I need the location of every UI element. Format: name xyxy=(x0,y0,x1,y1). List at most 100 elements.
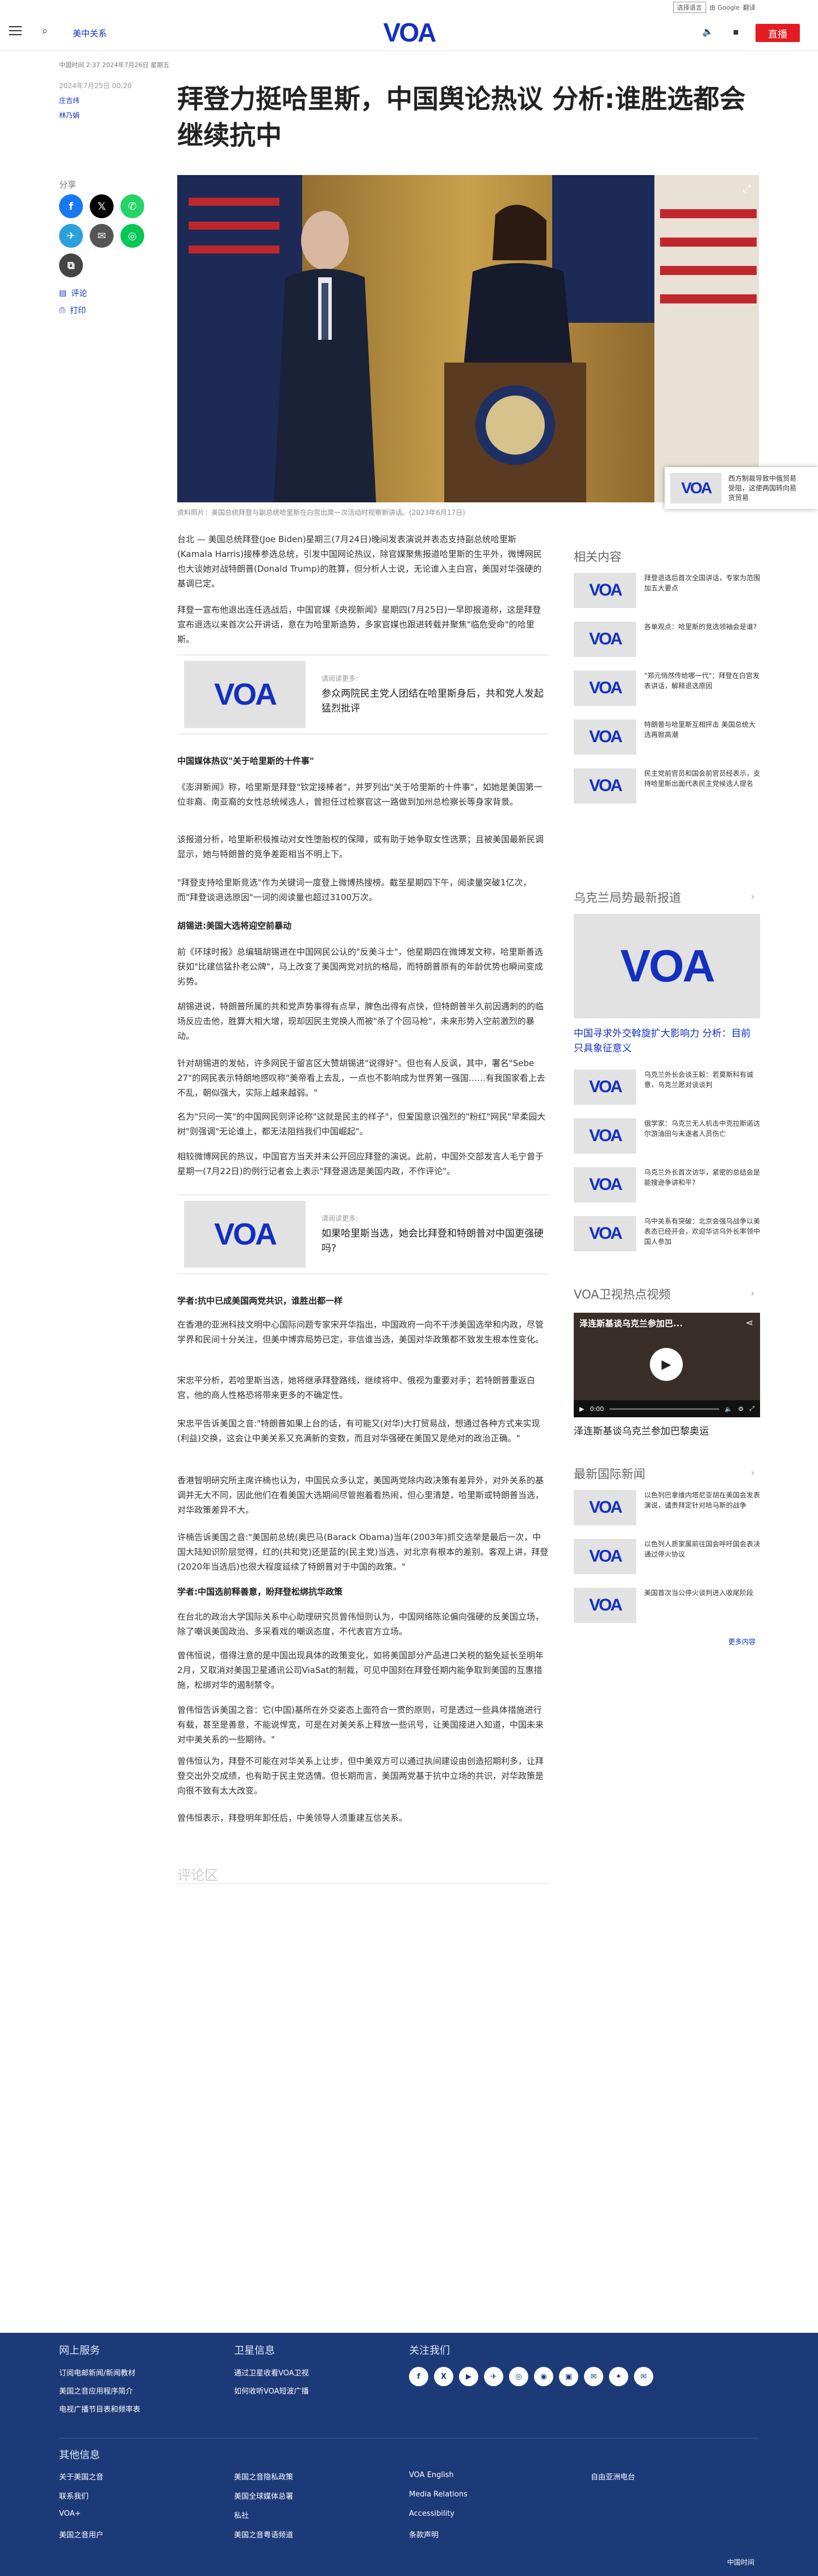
sidebar-related-item[interactable]: VOA 特朗普与哈里斯互相抨击 美国总统大选再掀高潮 xyxy=(574,719,760,755)
section-link[interactable]: 美中关系 xyxy=(73,27,107,39)
settings-icon[interactable]: ⚙ xyxy=(738,1405,744,1413)
menu-icon[interactable] xyxy=(9,26,22,36)
footer-link[interactable]: 电视广播节目表和频率表 xyxy=(59,2403,140,2414)
share-icon[interactable]: ⋖ xyxy=(746,1317,753,1328)
sidebar-item-title[interactable]: 民主党前官员和国会前官员经表示，支持哈里斯出面代表民主党候选人提名 xyxy=(644,768,760,804)
whatsapp-share-icon[interactable]: ✆ xyxy=(120,194,144,218)
footer-link[interactable]: 条款声明 xyxy=(409,2529,439,2540)
footer-link[interactable]: 订阅电邮新闻/新闻教材 xyxy=(59,2367,135,2378)
floating-related-card[interactable]: VOA 西方制裁导致中俄贸易受阻，这使两国转向易货贸易 xyxy=(665,467,818,509)
line-share-icon[interactable]: ◎ xyxy=(120,224,144,248)
footer-link[interactable]: VOA English xyxy=(409,2471,454,2479)
instagram-icon[interactable]: ◎ xyxy=(509,2367,528,2386)
email-share-icon[interactable]: ✉ xyxy=(90,224,114,248)
youtube-icon[interactable]: ▶ xyxy=(459,2367,478,2386)
video-player[interactable]: 泽连斯基谈乌克兰参加巴... ⋖ ▶ ▶ 0:00 🔈 ⚙ ⤢ xyxy=(574,1313,760,1417)
video-caption[interactable]: 泽连斯基谈乌克兰参加巴黎奥运 xyxy=(574,1423,709,1437)
ukraine-heading[interactable]: 乌克兰局势最新报道 xyxy=(574,889,681,906)
video-heading[interactable]: VOA卫视热点视频 xyxy=(574,1285,671,1302)
related-article-box[interactable]: VOA 请阅读更多: 参众两院民主党人团结在哈里斯身后，共和党人发起猛烈批评 xyxy=(177,655,549,734)
telegram-share-icon[interactable]: ✈ xyxy=(59,224,83,248)
author-link[interactable]: 林乃娟 xyxy=(59,110,80,120)
chevron-right-icon[interactable]: › xyxy=(751,1467,754,1478)
sidebar-ukraine-item[interactable]: VOA 乌克兰外长首次访华，紧密的总结会是能搜逊争讲和平? xyxy=(574,1167,760,1202)
sidebar-item-title[interactable]: 乌克兰外长会谈王毅：若莫斯科有诚意，乌克兰愿对谈谈判 xyxy=(644,1069,760,1105)
sidebar-news-item[interactable]: VOA 以色列人质家属前往国会呼吁国会表决通过停火协议 xyxy=(574,1539,760,1574)
copy-link-icon[interactable]: ⧉ xyxy=(59,253,83,277)
app-icon[interactable]: ✦ xyxy=(609,2367,628,2386)
sidebar-item-title[interactable]: 乌克兰外长首次访华，紧密的总结会是能搜逊争讲和平? xyxy=(644,1167,760,1202)
live-button[interactable]: 直播 xyxy=(756,24,800,42)
footer-link[interactable]: 如何收听VOA短波广播 xyxy=(234,2385,309,2396)
related-article-title[interactable]: 参众两院民主党人团结在哈里斯身后，共和党人发起猛烈批评 xyxy=(322,686,549,716)
translate-link[interactable]: 翻译 xyxy=(743,3,756,12)
print-link[interactable]: ⎙ 打印 xyxy=(59,305,86,316)
search-icon[interactable]: ⌕ xyxy=(42,25,48,37)
footer-link[interactable]: 美国全球媒体总署 xyxy=(234,2490,293,2501)
subheading: 学者:中国选前释善意，盼拜登松绑抗华政策 xyxy=(177,1587,343,1597)
footer-link[interactable]: 美国之音应用程序简介 xyxy=(59,2385,133,2396)
ukraine-feature-title[interactable]: 中国寻求外交斡旋扩大影响力 分析：目前只具象征意义 xyxy=(574,1026,760,1056)
footer-link[interactable]: Media Relations xyxy=(409,2490,468,2499)
sidebar-ukraine-item[interactable]: VOA 乌克兰外长会谈王毅：若莫斯科有诚意，乌克兰愿对谈谈判 xyxy=(574,1069,760,1105)
chevron-right-icon[interactable]: › xyxy=(751,1288,754,1299)
sidebar-item-title[interactable]: 特朗普与哈里斯互相抨击 美国总统大选再掀高潮 xyxy=(644,719,760,755)
footer-link[interactable]: VOA+ xyxy=(59,2510,81,2518)
voa-logo[interactable]: VOA xyxy=(381,19,437,45)
x-share-icon[interactable]: 𝕏 xyxy=(90,194,114,218)
sidebar-ukraine-item[interactable]: VOA 乌中关系有突破：北京会强乌战争以美表态已经开会，欢迎华访乌外长率领中国人参… xyxy=(574,1216,760,1251)
sidebar-news-item[interactable]: VOA 美国首次当公停火谈判进入收尾阶段 xyxy=(574,1588,760,1623)
more-link[interactable]: 更多内容 xyxy=(728,1637,756,1646)
play-small-icon[interactable]: ▶ xyxy=(579,1405,584,1413)
language-select[interactable]: 选择语言 xyxy=(673,2,706,13)
sidebar-related-item[interactable]: VOA 民主党前官员和国会前官员经表示，支持哈里斯出面代表民主党候选人提名 xyxy=(574,768,760,804)
sidebar-news-item[interactable]: VOA 以色列巴拿维内塔尼亚胡在美国会发表演说，谴责拜定针对哈马斯的战争 xyxy=(574,1490,760,1525)
email-icon[interactable]: ✉ xyxy=(634,2367,653,2386)
footer-link[interactable]: 关于美国之音 xyxy=(59,2471,103,2482)
video-progress[interactable] xyxy=(610,1408,719,1410)
sidebar-item-title[interactable]: 以色列人质家属前往国会呼吁国会表决通过停火协议 xyxy=(644,1539,760,1574)
footer-link[interactable]: 通过卫星收看VOA卫视 xyxy=(234,2367,309,2378)
sidebar-related-item[interactable]: VOA "郑元悄然传给哪一代"：拜登在白宫发表讲话，解释退选原因 xyxy=(574,671,760,706)
sidebar-related-item[interactable]: VOA 拜登退选后首次全国讲话，专家为范围加五大要点 xyxy=(574,573,760,608)
paragraph: 在香港的亚洲科技文明中心国际问题专家宋开华指出，中国政府一向不干涉美国选举和内政… xyxy=(177,1320,544,1345)
news-heading[interactable]: 最新国际新闻 xyxy=(574,1465,645,1482)
sidebar-item-title[interactable]: 俄学家：乌克兰无人机击中克拉斯诺达尔游油田与未遂者人员伤亡 xyxy=(644,1118,760,1154)
ukraine-feature-image[interactable]: VOA xyxy=(574,914,760,1018)
sidebar-ukraine-item[interactable]: VOA 俄学家：乌克兰无人机击中克拉斯诺达尔游油田与未遂者人员伤亡 xyxy=(574,1118,760,1154)
footer-link[interactable]: 美国之音用户 xyxy=(59,2529,103,2540)
chevron-right-icon[interactable]: › xyxy=(751,891,754,902)
author-link[interactable]: 庄吉纬 xyxy=(59,95,80,105)
footer-link[interactable]: 美国之音粤语频道 xyxy=(234,2529,293,2540)
facebook-share-icon[interactable]: f xyxy=(59,194,83,218)
voa-thumbnail: VOA xyxy=(574,719,636,755)
footer-link[interactable]: Accessibility xyxy=(409,2510,454,2518)
footer-link[interactable]: 联系我们 xyxy=(59,2490,89,2501)
x-icon[interactable]: X xyxy=(434,2367,453,2386)
related-article-title[interactable]: 如果哈里斯当选，她会比拜登和特朗普对中国更强硬吗? xyxy=(322,1226,549,1256)
audio-icon[interactable]: 🔈 xyxy=(702,26,713,37)
related-article-box[interactable]: VOA 请阅读更多: 如果哈里斯当选，她会比拜登和特朗普对中国更强硬吗? xyxy=(177,1195,549,1274)
sidebar-item-title[interactable]: "郑元悄然传给哪一代"：拜登在白宫发表讲话，解释退选原因 xyxy=(644,671,760,706)
footer-link[interactable]: 美国之音隐私政策 xyxy=(234,2471,293,2482)
sidebar-item-title[interactable]: 以色列巴拿维内塔尼亚胡在美国会发表演说，谴责拜定针对哈马斯的战争 xyxy=(644,1490,760,1525)
rss-icon[interactable]: ▣ xyxy=(559,2367,578,2386)
podcast-icon[interactable]: ◉ xyxy=(534,2367,553,2386)
sidebar-item-title[interactable]: 各单观点：哈里斯的竞选领袖会是谁? xyxy=(644,622,757,657)
sidebar-related-item[interactable]: VOA 各单观点：哈里斯的竞选领袖会是谁? xyxy=(574,622,760,657)
volume-icon[interactable]: 🔈 xyxy=(725,1405,733,1413)
sidebar-item-title[interactable]: 美国首次当公停火谈判进入收尾阶段 xyxy=(644,1588,753,1623)
footer-link[interactable]: 自由亚洲电台 xyxy=(591,2471,635,2482)
sidebar-item-title[interactable]: 拜登退选后首次全国讲话，专家为范围加五大要点 xyxy=(644,573,760,608)
facebook-icon[interactable]: f xyxy=(409,2367,428,2386)
video-icon[interactable]: ▪ xyxy=(733,26,739,37)
play-icon[interactable]: ▶ xyxy=(650,1348,683,1381)
comments-link[interactable]: ▤ 评论 xyxy=(59,288,87,299)
telegram-icon[interactable]: ✈ xyxy=(484,2367,503,2386)
fullscreen-icon[interactable]: ⤢ xyxy=(749,1405,754,1413)
newsletter-icon[interactable]: ✉ xyxy=(584,2367,603,2386)
hero-image: ⤢ xyxy=(177,175,759,502)
footer-link[interactable]: 私社 xyxy=(234,2510,249,2520)
expand-icon[interactable]: ⤢ xyxy=(743,183,751,195)
sidebar-item-title[interactable]: 乌中关系有突破：北京会强乌战争以美表态已经开会，欢迎华访乌外长率领中国人参加 xyxy=(644,1216,760,1251)
